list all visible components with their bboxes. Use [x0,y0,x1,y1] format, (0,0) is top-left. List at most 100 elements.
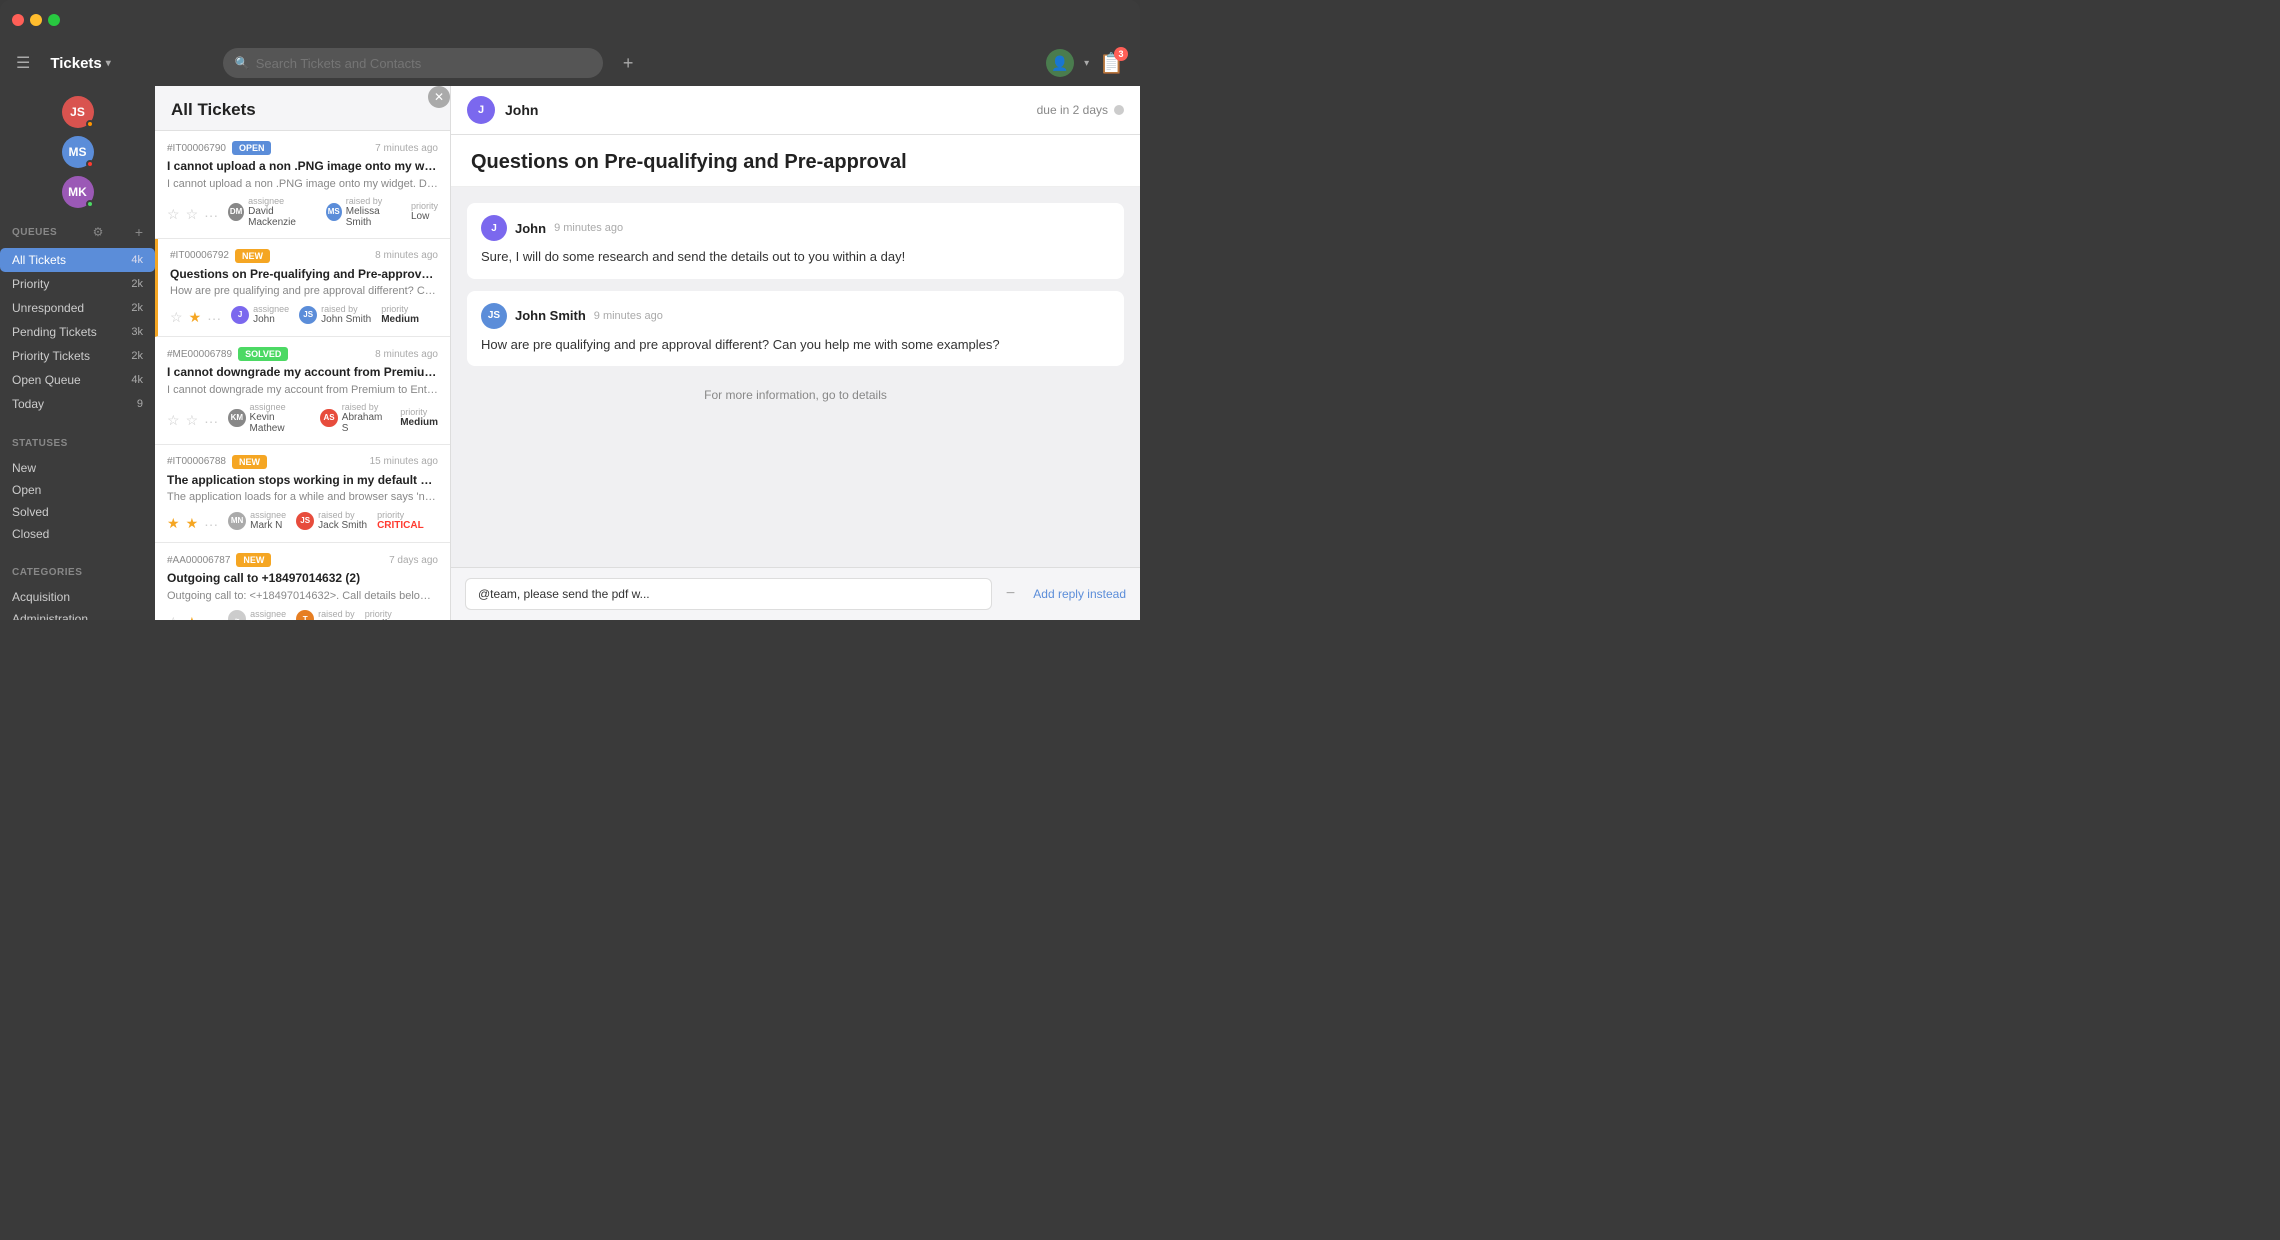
message-sender-2: John Smith [515,308,586,323]
minimize-button[interactable] [30,14,42,26]
ticket-assignee-2: J assignee John [231,304,289,325]
sidebar-item-pending[interactable]: Pending Tickets 3k [0,320,155,344]
ticket-list-title: All Tickets [171,100,256,119]
ticket-priority-5: priority Medium [365,609,403,620]
categories-label: CATEGORIES [12,567,82,578]
star-4-1-icon[interactable]: ★ [167,515,180,532]
sidebar-item-priority[interactable]: Priority 2k [0,272,155,296]
ticket-list-panel: All Tickets ✕ #IT00006790 OPEN 7 minutes… [155,86,450,620]
app-title-label: Tickets [50,55,101,72]
ticket-meta-2: ☆ ★ ··· J assignee John JS [170,303,438,326]
queues-gear-icon[interactable]: ⚙ [93,225,104,239]
ticket-status-5: NEW [236,553,271,567]
ticket-card-3[interactable]: #ME00006789 SOLVED 8 minutes ago I canno… [155,337,450,445]
sidebar-status-closed[interactable]: Closed [0,523,155,545]
star-3-1-icon[interactable]: ☆ [167,412,180,429]
star-2-icon[interactable]: ☆ [186,206,199,223]
search-input[interactable] [256,56,591,71]
user-chevron-icon[interactable]: ▾ [1084,58,1089,69]
more-info-link[interactable]: For more information, go to details [467,378,1124,412]
hamburger-icon[interactable]: ☰ [16,53,30,73]
ticket-title-5: Outgoing call to +18497014632 (2) [167,571,438,587]
ticket-meta-3: ☆ ☆ ··· KM assignee Kevin Mathew AS [167,402,438,434]
star-5-1-icon[interactable]: ☆ [167,614,180,620]
avatar-js[interactable]: JS [62,96,94,128]
ticket-icons-3: ☆ ☆ ··· [167,412,218,429]
topbar: ☰ Tickets ▾ 🔍 + 👤 ▾ 📋 3 [0,40,1140,86]
ticket-assignee-3: KM assignee Kevin Mathew [228,402,310,434]
avatar-ms[interactable]: MS [62,136,94,168]
add-ticket-button[interactable]: + [623,53,634,74]
queues-add-icon[interactable]: + [135,224,143,240]
avatar-mk[interactable]: MK [62,176,94,208]
message-header-2: JS John Smith 9 minutes ago [481,303,1110,329]
reply-input[interactable]: @team, please send the pdf w... [465,578,992,610]
assignee-avatar-2: J [231,306,249,324]
sidebar-item-open-queue[interactable]: Open Queue 4k [0,368,155,392]
priority-val-5: Medium [365,619,403,620]
unresponded-label: Unresponded [12,301,131,315]
today-label: Today [12,397,137,411]
sidebar-user-avatars: JS MS MK [0,96,155,218]
sidebar-item-unresponded[interactable]: Unresponded 2k [0,296,155,320]
add-reply-button[interactable]: Add reply instead [1033,587,1126,601]
queues-header: QUEUES ⚙ + [12,224,143,240]
assignee-label-4: assignee [250,510,286,520]
sidebar-item-all-tickets[interactable]: All Tickets 4k [0,248,155,272]
assignee-name-4: Mark N [250,520,286,531]
close-button[interactable] [12,14,24,26]
sidebar-status-solved[interactable]: Solved [0,501,155,523]
detail-title: Questions on Pre-qualifying and Pre-appr… [451,135,1140,187]
ticket-card-5[interactable]: #AA00006787 NEW 7 days ago Outgoing call… [155,543,450,620]
star-1-icon[interactable]: ☆ [167,206,180,223]
ticket-priority-2: priority Medium [381,304,419,325]
priority-tickets-count: 2k [131,350,143,362]
ticket-preview-4: The application loads for a while and br… [167,491,438,503]
dots-5-icon[interactable]: ··· [204,614,218,620]
ticket-id-1: #IT00006790 [167,143,226,154]
dots-4-icon[interactable]: ··· [204,516,218,532]
reply-minimize-icon[interactable]: − [1006,585,1015,603]
raised-label-1: raised by [346,196,401,206]
close-panel-button[interactable]: ✕ [428,86,450,108]
search-bar[interactable]: 🔍 [223,48,603,78]
sidebar-cat-acquisition[interactable]: Acquisition [0,586,155,608]
sidebar-item-priority-tickets[interactable]: Priority Tickets 2k [0,344,155,368]
dots-3-icon[interactable]: ··· [204,413,218,429]
star-3-2-icon[interactable]: ☆ [186,412,199,429]
sidebar-status-open[interactable]: Open [0,479,155,501]
traffic-lights [12,14,60,26]
star-2-2-icon[interactable]: ★ [189,309,202,326]
ticket-status-4: NEW [232,455,267,469]
priority-label-2: priority [381,304,419,314]
star-5-2-icon[interactable]: ★ [186,614,199,620]
sidebar-item-today[interactable]: Today 9 [0,392,155,416]
sidebar-cat-administration[interactable]: Administration [0,608,155,620]
ticket-time-1: 7 minutes ago [375,143,438,154]
dots-2-icon[interactable]: ··· [207,310,221,326]
dots-icon[interactable]: ··· [204,207,218,223]
priority-label: Priority [12,277,131,291]
main-layout: JS MS MK QUEUES ⚙ + All Tickets 4k [0,86,1140,620]
user-avatar-button[interactable]: 👤 [1046,49,1074,77]
ticket-preview-3: I cannot downgrade my account from Premi… [167,384,438,396]
priority-val-4: CRITICAL [377,520,424,531]
star-4-2-icon[interactable]: ★ [186,515,199,532]
pending-label: Pending Tickets [12,325,131,339]
ticket-meta-1: ☆ ☆ ··· DM assignee David Mackenzie MS [167,196,438,228]
notifications-button[interactable]: 📋 3 [1099,51,1124,76]
ticket-card-top-1: #IT00006790 OPEN 7 minutes ago [167,141,438,155]
ticket-card-2[interactable]: #IT00006792 NEW 8 minutes ago Questions … [155,239,450,338]
ticket-card-4[interactable]: #IT00006788 NEW 15 minutes ago The appli… [155,445,450,544]
sidebar-status-new[interactable]: New [0,457,155,479]
ticket-time-4: 15 minutes ago [370,456,438,467]
message-text-1: Sure, I will do some research and send t… [481,247,1110,267]
star-2-1-icon[interactable]: ☆ [170,309,183,326]
tickets-scroll[interactable]: #IT00006790 OPEN 7 minutes ago I cannot … [155,131,450,620]
maximize-button[interactable] [48,14,60,26]
ticket-card-1[interactable]: #IT00006790 OPEN 7 minutes ago I cannot … [155,131,450,239]
assignee-avatar-4: MN [228,512,246,530]
app-title[interactable]: Tickets ▾ [50,55,110,72]
priority-tickets-label: Priority Tickets [12,349,131,363]
ticket-status-3: SOLVED [238,347,288,361]
